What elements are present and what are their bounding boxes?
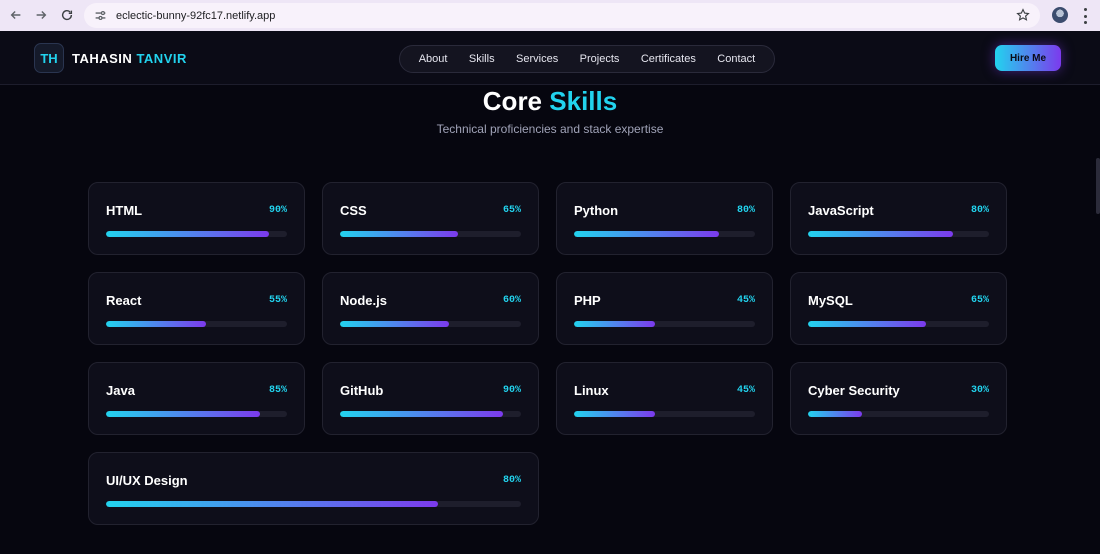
- skill-card: UI/UX Design 80%: [88, 452, 539, 525]
- skill-progress-track: [574, 231, 755, 237]
- skill-percent: 60%: [502, 295, 521, 306]
- site-header: TH TAHASIN TANVIR About Skills Services …: [0, 31, 1100, 85]
- skill-card: GitHub 90%: [322, 362, 539, 435]
- skill-name: HTML: [106, 203, 143, 218]
- skill-card: JavaScript 80%: [790, 182, 1007, 255]
- skill-name: Python: [574, 203, 619, 218]
- nav-contact[interactable]: Contact: [717, 53, 755, 65]
- skill-progress-track: [808, 321, 989, 327]
- skill-progress-track: [106, 321, 287, 327]
- skill-percent: 90%: [502, 385, 521, 396]
- skill-name: React: [106, 293, 142, 308]
- skill-card: Java 85%: [88, 362, 305, 435]
- skill-card: Node.js 60%: [322, 272, 539, 345]
- skill-name: Cyber Security: [808, 383, 900, 398]
- skill-percent: 80%: [970, 205, 989, 216]
- forward-icon[interactable]: [31, 5, 51, 25]
- nav-about[interactable]: About: [419, 53, 448, 65]
- skill-progress-fill: [106, 231, 269, 237]
- skill-card: HTML 90%: [88, 182, 305, 255]
- section-subtitle: Technical proficiencies and stack expert…: [436, 122, 664, 136]
- skill-percent: 55%: [268, 295, 287, 306]
- nav-services[interactable]: Services: [516, 53, 558, 65]
- profile-avatar[interactable]: [1052, 7, 1068, 23]
- skill-progress-track: [340, 411, 521, 417]
- skill-progress-track: [340, 321, 521, 327]
- skill-progress-track: [106, 231, 287, 237]
- skill-card: CSS 65%: [322, 182, 539, 255]
- skill-percent: 80%: [736, 205, 755, 216]
- skill-percent: 45%: [736, 385, 755, 396]
- skill-card: Linux 45%: [556, 362, 773, 435]
- skill-card: React 55%: [88, 272, 305, 345]
- skill-progress-track: [574, 411, 755, 417]
- skill-name: JavaScript: [808, 203, 874, 218]
- nav-projects[interactable]: Projects: [580, 53, 620, 65]
- skill-percent: 90%: [268, 205, 287, 216]
- skill-card: Python 80%: [556, 182, 773, 255]
- site-info-icon[interactable]: [94, 9, 108, 23]
- skill-name: UI/UX Design: [106, 473, 188, 488]
- skill-percent: 80%: [502, 475, 521, 486]
- skill-name: Linux: [574, 383, 609, 398]
- skill-name: GitHub: [340, 383, 384, 398]
- skill-progress-fill: [808, 411, 863, 417]
- browser-toolbar: eclectic-bunny-92fc17.netlify.app: [0, 0, 1100, 31]
- skill-progress-track: [106, 501, 521, 507]
- brand-name[interactable]: TAHASIN TANVIR: [72, 51, 187, 66]
- brand-first: TAHASIN: [72, 51, 133, 66]
- skill-progress-fill: [808, 231, 953, 237]
- skill-progress-fill: [106, 321, 206, 327]
- skill-progress-track: [106, 411, 287, 417]
- section-title-main: Core: [482, 86, 543, 116]
- skill-progress-fill: [808, 321, 926, 327]
- nav-skills[interactable]: Skills: [469, 53, 495, 65]
- page-scrollbar[interactable]: [1096, 158, 1100, 214]
- skill-progress-fill: [340, 411, 503, 417]
- reload-icon[interactable]: [57, 5, 77, 25]
- skill-progress-fill: [574, 411, 656, 417]
- skill-progress-track: [808, 231, 989, 237]
- skill-card: MySQL 65%: [790, 272, 1007, 345]
- skill-card: PHP 45%: [556, 272, 773, 345]
- skill-name: Node.js: [340, 293, 387, 308]
- browser-menu-icon[interactable]: [1080, 8, 1090, 24]
- url-text: eclectic-bunny-92fc17.netlify.app: [116, 9, 276, 22]
- main-nav: About Skills Services Projects Certifica…: [399, 45, 775, 73]
- skill-name: CSS: [340, 203, 367, 218]
- section-title-accent: Skills: [549, 86, 618, 116]
- brand-last: TANVIR: [136, 51, 187, 66]
- skill-percent: 85%: [268, 385, 287, 396]
- bookmark-star-icon[interactable]: [1016, 8, 1030, 22]
- address-bar[interactable]: eclectic-bunny-92fc17.netlify.app: [84, 3, 1040, 28]
- skill-percent: 30%: [970, 385, 989, 396]
- skill-progress-track: [574, 321, 755, 327]
- skill-name: MySQL: [808, 293, 853, 308]
- skill-progress-fill: [340, 231, 458, 237]
- section-title: Core Skills: [0, 86, 1100, 117]
- skill-progress-fill: [106, 411, 260, 417]
- nav-certificates[interactable]: Certificates: [641, 53, 696, 65]
- skill-percent: 65%: [502, 205, 521, 216]
- skill-percent: 65%: [970, 295, 989, 306]
- back-icon[interactable]: [6, 5, 26, 25]
- skill-name: PHP: [574, 293, 601, 308]
- skill-name: Java: [106, 383, 135, 398]
- skill-card: Cyber Security 30%: [790, 362, 1007, 435]
- skill-percent: 45%: [736, 295, 755, 306]
- hire-me-button[interactable]: Hire Me: [995, 45, 1061, 71]
- skill-progress-fill: [574, 231, 719, 237]
- skill-progress-track: [808, 411, 989, 417]
- logo-badge[interactable]: TH: [34, 43, 64, 73]
- skill-progress-track: [340, 231, 521, 237]
- skill-progress-fill: [106, 501, 438, 507]
- skill-progress-fill: [340, 321, 449, 327]
- skill-progress-fill: [574, 321, 656, 327]
